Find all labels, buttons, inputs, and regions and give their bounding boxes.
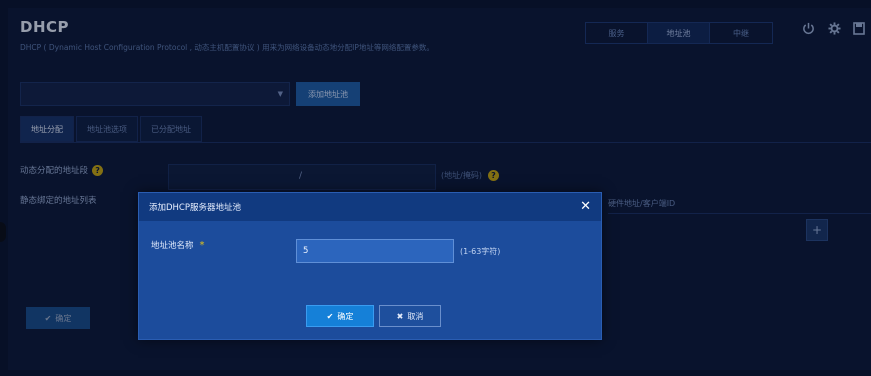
pool-name-hint: (1-63字符) — [460, 247, 501, 256]
close-icon[interactable]: ✕ — [580, 200, 591, 213]
dialog-cancel-button[interactable]: ✖ 取消 — [379, 305, 441, 327]
dialog-cancel-label: 取消 — [407, 311, 424, 321]
pool-name-input[interactable]: 5 — [296, 239, 454, 263]
pool-name-label: 地址池名称 — [151, 241, 194, 251]
x-icon: ✖ — [396, 311, 404, 321]
pool-name-label-row: 地址池名称 * — [151, 239, 205, 252]
dialog-ok-label: 确定 — [337, 311, 354, 321]
required-mark: * — [199, 239, 205, 251]
dialog-header: 添加DHCP服务器地址池 ✕ — [139, 193, 601, 221]
check-icon: ✔ — [326, 311, 334, 321]
dialog-title: 添加DHCP服务器地址池 — [149, 203, 241, 213]
add-pool-dialog: 添加DHCP服务器地址池 ✕ 地址池名称 * 5 (1-63字符) ✔ 确定 ✖… — [138, 192, 602, 340]
dialog-ok-button[interactable]: ✔ 确定 — [306, 305, 374, 327]
